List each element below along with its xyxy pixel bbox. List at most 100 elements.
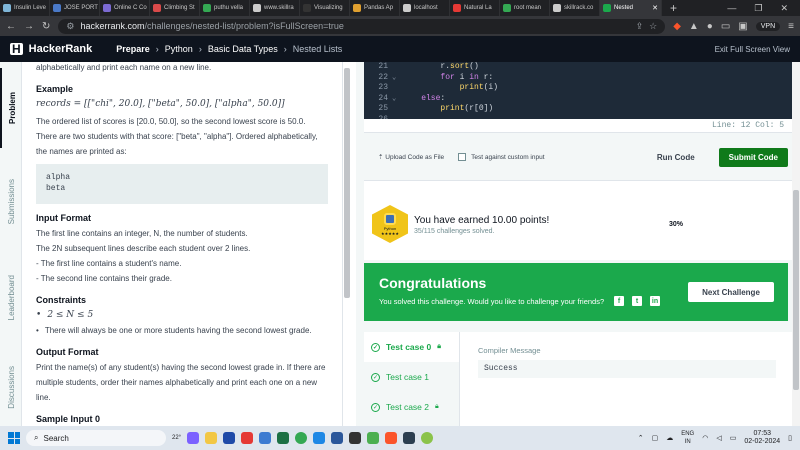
- testcase-tab[interactable]: ✓ Test case 1: [364, 362, 459, 392]
- tab-leaderboard[interactable]: Leaderboard: [0, 258, 22, 338]
- close-tab-icon[interactable]: ✕: [652, 4, 658, 12]
- notification-icon[interactable]: ▯: [788, 434, 792, 442]
- points-title: You have earned 10.00 points!: [414, 215, 550, 226]
- python-app-icon[interactable]: [259, 432, 272, 444]
- browser-tab[interactable]: root mean: [500, 0, 550, 16]
- brave-icon[interactable]: [385, 432, 398, 444]
- linkedin-icon[interactable]: in: [650, 296, 660, 306]
- volume-icon[interactable]: ◁: [716, 434, 721, 442]
- vscode-icon[interactable]: [313, 432, 326, 444]
- problem-scrollbar[interactable]: [344, 68, 350, 298]
- custom-input-checkbox[interactable]: Test against custom input: [458, 153, 545, 161]
- browser-tab[interactable]: Online C Co: [100, 0, 150, 16]
- fold-chevron-icon[interactable]: [392, 104, 402, 115]
- crumb-basic-data-types[interactable]: Basic Data Types: [208, 44, 278, 54]
- extensions-icon[interactable]: ●: [707, 21, 713, 32]
- excel-icon[interactable]: [277, 432, 290, 444]
- tab-submissions[interactable]: Submissions: [0, 162, 22, 242]
- system-tray: ⌃ ▢ ☁ ENG IN ◠ ◁ ▭ 07:53 02-02-2024 ▯: [638, 430, 792, 446]
- code-line[interactable]: 25 print(r[0]): [364, 104, 792, 115]
- site-info-icon[interactable]: ⚙: [66, 21, 74, 32]
- intro-text: alphabetically and print each name on a …: [36, 63, 212, 72]
- chevron-right-icon: ›: [198, 44, 202, 54]
- media-app-icon[interactable]: [223, 432, 236, 444]
- exit-fullscreen-link[interactable]: Exit Full Screen View: [715, 45, 790, 54]
- menu-icon[interactable]: ≡: [788, 21, 794, 32]
- chrome-icon[interactable]: [295, 432, 308, 444]
- congrats-title: Congratulations: [379, 275, 487, 291]
- brave-shield-icon[interactable]: ◆: [673, 21, 681, 32]
- taskbar-search[interactable]: ⌕ Search: [26, 430, 166, 446]
- browser-tab[interactable]: skillrack.co: [550, 0, 600, 16]
- brave-rewards-icon[interactable]: ▲: [689, 21, 699, 32]
- maximize-icon[interactable]: ❐: [754, 3, 762, 14]
- input-format-line: - The first line contains a student's na…: [36, 259, 182, 268]
- tab-label: Visualizing: [314, 5, 343, 11]
- close-icon[interactable]: ✕: [780, 3, 788, 14]
- browser-tab[interactable]: Insulin Leve: [0, 0, 50, 16]
- facebook-icon[interactable]: f: [614, 296, 624, 306]
- chevron-right-icon: ›: [155, 44, 159, 54]
- testcase-tab[interactable]: ✓ Test case 2 🔒︎: [364, 392, 459, 422]
- code-editor[interactable]: 21 r.sort() 22 ⌄ for i in r: 23 print(i) 24 ⌄…: [364, 62, 792, 124]
- bookmark-icon[interactable]: ☆: [649, 21, 657, 32]
- browser-tab[interactable]: puthu vella: [200, 0, 250, 16]
- minimize-icon[interactable]: —: [727, 3, 736, 14]
- browser-tab[interactable]: JOSE PORT: [50, 0, 100, 16]
- sidebar-icon[interactable]: ▭: [721, 21, 730, 32]
- browser-tab[interactable]: www.skillra: [250, 0, 300, 16]
- fold-chevron-icon[interactable]: ⌄: [392, 94, 402, 105]
- new-tab-button[interactable]: +: [662, 1, 685, 15]
- browser-tab[interactable]: Visualizing: [300, 0, 350, 16]
- tab-problem[interactable]: Problem: [0, 68, 22, 148]
- file-explorer-icon[interactable]: [205, 432, 218, 444]
- next-challenge-button[interactable]: Next Challenge: [688, 282, 774, 302]
- weather-widget[interactable]: 22°: [172, 435, 181, 441]
- twitter-icon[interactable]: t: [632, 296, 642, 306]
- browser-tab[interactable]: Nested ✕: [600, 0, 662, 16]
- wifi-icon[interactable]: ◠: [702, 434, 708, 442]
- green-app-icon[interactable]: [367, 432, 380, 444]
- terminal-icon[interactable]: [349, 432, 362, 444]
- chevron-up-icon[interactable]: ⌃: [638, 434, 644, 442]
- code-line[interactable]: 22 ⌄ for i in r:: [364, 73, 792, 84]
- fold-chevron-icon[interactable]: [392, 62, 402, 73]
- submit-code-button[interactable]: Submit Code: [718, 147, 788, 167]
- windows-start-icon[interactable]: [8, 432, 20, 444]
- back-icon[interactable]: ←: [6, 21, 16, 32]
- page-scrollbar-thumb[interactable]: [793, 190, 799, 390]
- clock[interactable]: 07:53 02-02-2024: [744, 430, 780, 446]
- tray-app-icon[interactable]: ▢: [652, 434, 659, 442]
- reload-icon[interactable]: ↻: [42, 21, 50, 32]
- language-indicator[interactable]: ENG IN: [681, 430, 694, 446]
- share-icon[interactable]: ⇪: [636, 21, 644, 32]
- code-line[interactable]: 23 print(i): [364, 83, 792, 94]
- red-app-icon[interactable]: [241, 432, 254, 444]
- ring-app-icon[interactable]: [421, 432, 434, 444]
- fold-chevron-icon[interactable]: ⌄: [392, 73, 402, 84]
- browser-tab[interactable]: Natural La: [450, 0, 500, 16]
- code-line[interactable]: 21 r.sort(): [364, 62, 792, 73]
- browser-tab[interactable]: Climbing St: [150, 0, 200, 16]
- hackerrank-brand[interactable]: HackerRank: [29, 43, 93, 55]
- chat-app-icon[interactable]: [187, 432, 200, 444]
- vpn-button[interactable]: VPN: [755, 21, 781, 31]
- url-field[interactable]: ⚙ hackerrank.com/challenges/nested-list/…: [58, 18, 666, 34]
- upload-code-button[interactable]: ⇡ Upload Code as File: [378, 153, 444, 161]
- hackerrank-logo[interactable]: H: [10, 43, 23, 55]
- crumb-python[interactable]: Python: [165, 44, 193, 54]
- tab-discussions[interactable]: Discussions: [0, 352, 22, 422]
- forward-icon[interactable]: →: [24, 21, 34, 32]
- code-line[interactable]: 24 ⌄ else:: [364, 94, 792, 105]
- run-code-button[interactable]: Run Code: [647, 149, 705, 166]
- fold-chevron-icon[interactable]: [392, 83, 402, 94]
- cloud-icon[interactable]: ☁: [666, 434, 673, 442]
- word-icon[interactable]: [331, 432, 344, 444]
- settings-app-icon[interactable]: [403, 432, 416, 444]
- browser-tab[interactable]: Pandas Ap: [350, 0, 400, 16]
- testcase-tab[interactable]: ✓ Test case 0 🔒︎: [364, 332, 459, 362]
- battery-icon[interactable]: ▭: [730, 434, 737, 442]
- wallet-icon[interactable]: ▣: [738, 21, 747, 32]
- crumb-prepare[interactable]: Prepare: [116, 44, 150, 54]
- browser-tab[interactable]: localhost: [400, 0, 450, 16]
